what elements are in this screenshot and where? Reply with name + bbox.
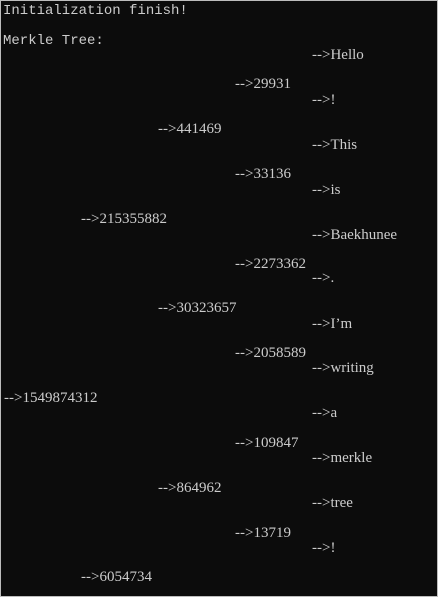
tree-node-hash: -->13719	[235, 525, 291, 541]
console-window: Initialization finish! Merkle Tree: -->H…	[0, 0, 438, 597]
tree-node-leaf: -->writing	[312, 360, 374, 376]
tree-node-leaf: -->Hello	[312, 47, 364, 63]
tree-node-leaf: -->!	[312, 540, 336, 556]
tree-node-leaf: -->!	[312, 92, 336, 108]
tree-node-hash: -->29931	[235, 76, 291, 92]
tree-node-hash: -->109847	[235, 435, 299, 451]
tree-node-hash: -->2058589	[235, 345, 306, 361]
tree-node-leaf: -->This	[312, 137, 358, 153]
tree-node-leaf: -->.	[312, 270, 335, 286]
tree-node-leaf: -->a	[312, 405, 338, 421]
tree-node-hash: -->6054734	[81, 569, 152, 585]
tree-root-hash: -->1549874312	[4, 390, 98, 406]
tree-node-leaf: -->tree	[312, 495, 353, 511]
tree-node-leaf: -->I’m	[312, 316, 353, 332]
init-message: Initialization finish!	[3, 3, 188, 19]
tree-node-hash: -->215355882	[81, 211, 167, 227]
tree-title: Merkle Tree:	[3, 33, 104, 49]
tree-node-leaf: -->merkle	[312, 450, 373, 466]
tree-node-hash: -->864962	[158, 480, 222, 496]
tree-node-leaf: -->is	[312, 182, 341, 198]
tree-node-hash: -->441469	[158, 121, 222, 137]
tree-node-hash: -->30323657	[158, 300, 237, 316]
tree-node-hash: -->33136	[235, 166, 291, 182]
tree-node-leaf: -->Baekhunee	[312, 227, 398, 243]
tree-node-hash: -->2273362	[235, 256, 306, 272]
